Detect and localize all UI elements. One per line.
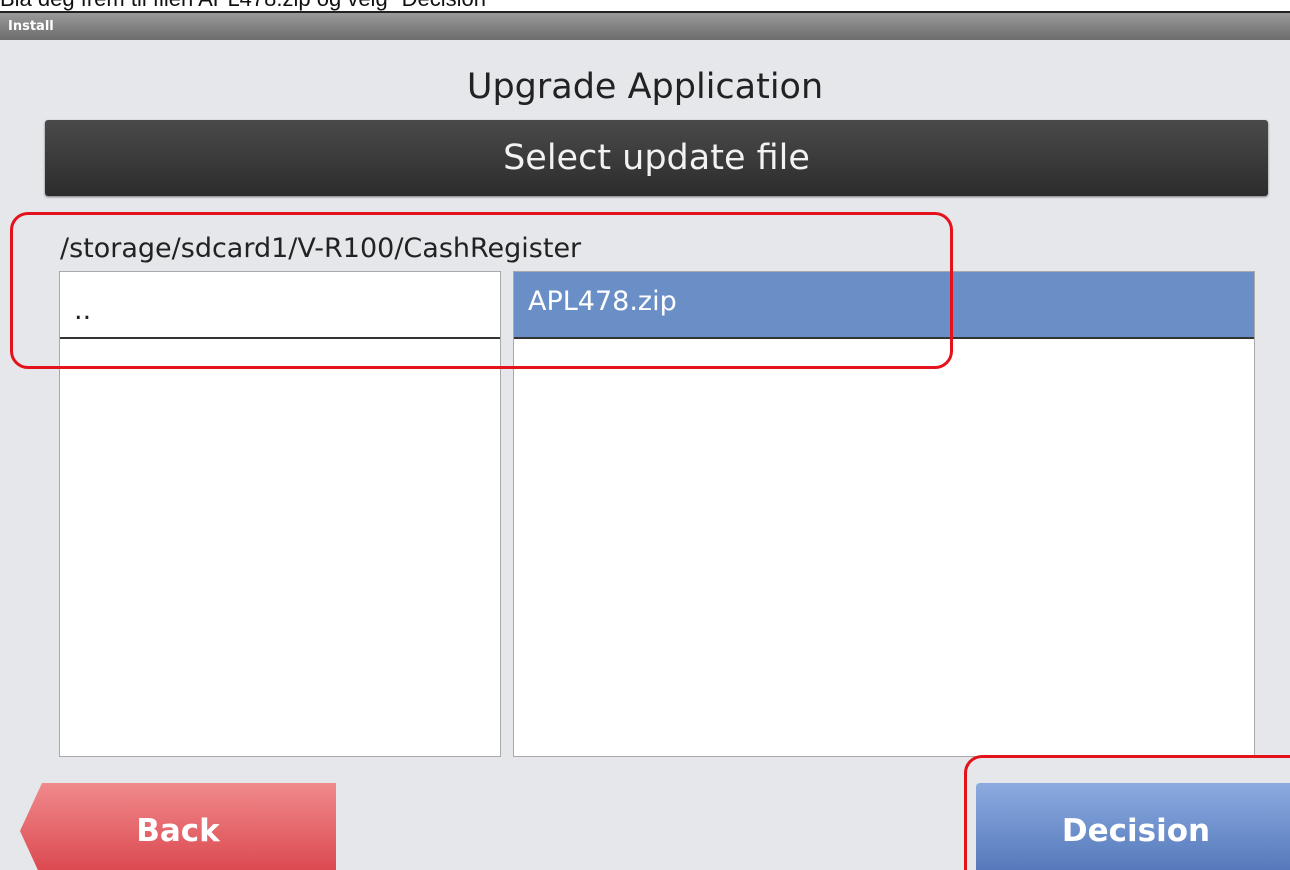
directory-list: .. xyxy=(59,271,501,757)
page-title: Upgrade Application xyxy=(466,67,824,107)
file-list: APL478.zip xyxy=(513,271,1255,757)
current-path: /storage/sdcard1/V-R100/CashRegister xyxy=(60,233,582,264)
window-title: Install xyxy=(0,13,1290,40)
back-button[interactable]: Back xyxy=(20,783,336,870)
decision-button[interactable]: Decision xyxy=(976,783,1290,870)
section-header: Select update file xyxy=(45,120,1268,196)
install-window: Install Upgrade Application Select updat… xyxy=(0,11,1290,870)
parent-directory-item[interactable]: .. xyxy=(60,272,500,339)
file-item-apl478[interactable]: APL478.zip xyxy=(514,272,1254,339)
